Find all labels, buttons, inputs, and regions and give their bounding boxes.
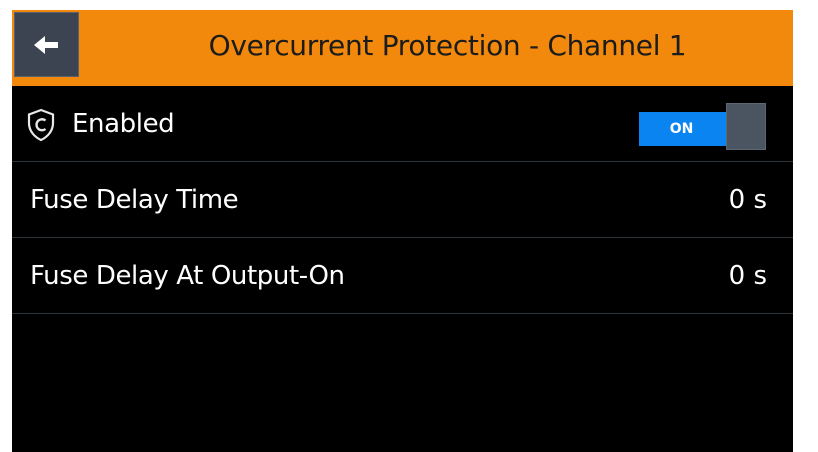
arrow-left-icon: [33, 35, 58, 54]
fuse-delay-time-value[interactable]: 0 s: [729, 162, 767, 238]
back-button[interactable]: [14, 12, 79, 77]
fuse-delay-output-on-value[interactable]: 0 s: [729, 238, 767, 314]
enabled-toggle[interactable]: ON: [639, 103, 766, 150]
toggle-state-label: ON: [669, 121, 694, 137]
enabled-row[interactable]: Enabled ON: [12, 86, 793, 162]
fuse-delay-time-label: Fuse Delay Time: [30, 185, 239, 215]
enabled-label: Enabled: [72, 109, 175, 139]
header-bar: Overcurrent Protection - Channel 1: [12, 10, 793, 86]
screen: Overcurrent Protection - Channel 1 Enabl…: [12, 10, 793, 452]
fuse-delay-output-on-label: Fuse Delay At Output-On: [30, 261, 345, 291]
shield-icon: [27, 108, 55, 142]
page-title: Overcurrent Protection - Channel 1: [208, 29, 687, 62]
toggle-knob[interactable]: [726, 103, 766, 150]
fuse-delay-time-row[interactable]: Fuse Delay Time 0 s: [12, 162, 793, 238]
fuse-delay-output-on-row[interactable]: Fuse Delay At Output-On 0 s: [12, 238, 793, 314]
